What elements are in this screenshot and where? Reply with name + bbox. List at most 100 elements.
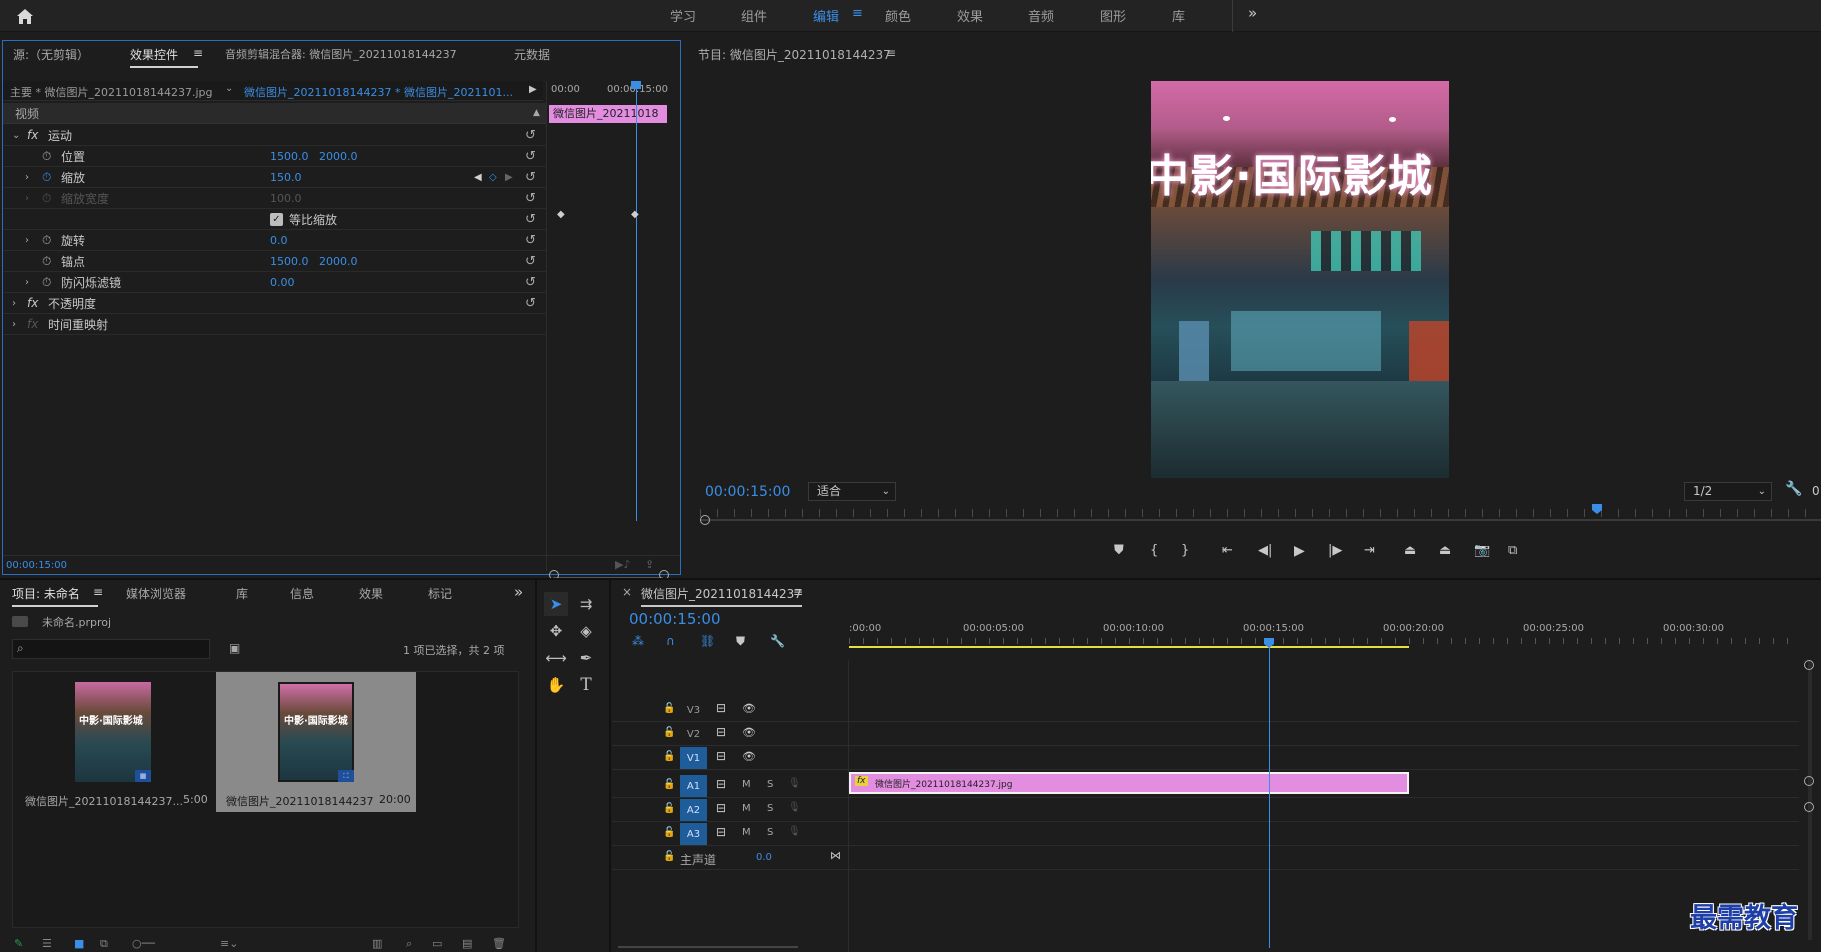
tab-metadata[interactable]: 元数据 [514,46,550,63]
project-search-input[interactable] [33,641,205,657]
sequence-title[interactable]: 微信图片_20211018144237 [641,585,802,607]
scroll-handle-low-icon[interactable] [1804,802,1814,812]
zoom-slider-icon[interactable]: ○── [132,937,155,950]
mute-button[interactable]: M [742,803,751,814]
slip-tool-icon[interactable]: ⟷ [544,646,568,670]
step-back-icon[interactable]: ◀| [1258,543,1272,558]
find-icon[interactable]: ⌕ [406,937,412,951]
eye-icon[interactable]: 👁 [742,726,756,739]
play-icon[interactable]: ▶ [1294,543,1305,559]
flicker-value[interactable]: 0.00 [270,276,295,289]
collapse-chevron-icon[interactable]: ⌄ [12,130,20,141]
compare-view-icon[interactable]: ⧉ [1508,543,1517,558]
selection-tool-icon[interactable]: ➤ [544,592,568,616]
add-keyframe-icon[interactable]: ◇ [489,172,497,183]
workspace-edit[interactable]: 编辑 [813,6,839,25]
lock-icon[interactable]: 🔓 [663,851,675,862]
workspace-overflow-icon[interactable]: » [1248,4,1257,22]
sync-lock-icon[interactable]: ⊟ [716,777,726,791]
fx-badge-icon[interactable]: fx [27,296,38,310]
workspace-assembly[interactable]: 组件 [741,6,767,25]
mute-button[interactable]: M [742,779,751,790]
automate-icon[interactable]: ▥ [372,937,382,950]
workspace-edit-menu-icon[interactable]: ≡ [852,6,863,21]
reset-opacity-icon[interactable]: ↺ [525,296,536,311]
timeline-ruler[interactable]: :00:00 00:00:05:00 00:00:10:00 00:00:15:… [849,620,1799,648]
expand-chevron-icon[interactable]: › [12,298,16,309]
timeline-vertical-scrollbar[interactable] [1808,660,1812,940]
lock-icon[interactable]: 🔓 [663,779,675,790]
export-frame-icon[interactable]: ⇪ [645,558,654,571]
tab-effect-controls-menu-icon[interactable]: ≡ [193,46,203,60]
project-item-thumbnail[interactable]: 中影·国际影城 [75,682,151,782]
scroll-handle-mid-icon[interactable] [1804,776,1814,786]
expand-chevron-icon[interactable]: › [25,277,29,288]
new-bin-icon[interactable]: ▭ [432,937,442,950]
reset-uniform-icon[interactable]: ↺ [525,212,536,227]
tab-audio-clip-mixer[interactable]: 音频剪辑混合器: 微信图片_20211018144237 [225,46,457,62]
program-monitor-title[interactable]: 节目: 微信图片_20211018144237 [698,46,891,63]
program-video-frame[interactable]: 中影·国际影城 [1151,81,1449,478]
workspace-learn[interactable]: 学习 [670,6,696,25]
microphone-icon[interactable]: 🎙 [788,778,801,789]
next-keyframe-icon[interactable]: ▶ [505,172,513,183]
motion-row[interactable]: ⌄ fx 运动 ↺ [3,125,546,146]
write-protect-icon[interactable]: ✎ [14,937,23,950]
type-tool-icon[interactable]: T [574,673,598,697]
lock-icon[interactable]: 🔓 [663,803,675,814]
fx-badge-icon[interactable]: fx [27,128,38,142]
play-effect-audio-icon[interactable]: ▶ [529,84,537,95]
expand-chevron-icon[interactable]: › [12,319,16,330]
reset-flicker-icon[interactable]: ↺ [525,275,536,290]
go-to-out-icon[interactable]: ⇥ [1364,543,1375,558]
step-forward-icon[interactable]: |▶ [1328,543,1342,558]
track-select-tool-icon[interactable]: ⇉ [574,592,598,616]
reset-position-icon[interactable]: ↺ [525,149,536,164]
track-target-v2[interactable]: V2 [680,723,707,745]
reset-scale-width-icon[interactable]: ↺ [525,191,536,206]
project-item[interactable]: 中影·国际影城 ▦ 微信图片_20211018144237... 5:00 [13,672,213,812]
stopwatch-icon[interactable]: ⏱ [42,254,51,269]
sort-icon[interactable]: ≡⌄ [220,937,238,950]
stopwatch-active-icon[interactable]: ⏱ [42,170,51,185]
microphone-icon[interactable]: 🎙 [788,826,801,837]
tab-libraries[interactable]: 库 [236,585,248,602]
workspace-effects[interactable]: 效果 [957,6,983,25]
keyframe-start-icon[interactable]: ◆ [557,209,565,220]
sequence-clip-label[interactable]: 微信图片_20211018144237 * 微信图片_2021101... [244,84,516,100]
eye-icon[interactable]: 👁 [742,750,756,763]
sync-lock-icon[interactable]: ⊟ [716,701,726,715]
project-item-thumbnail[interactable]: 中影·国际影城 [278,682,354,782]
project-search[interactable]: ⌕ [12,639,210,659]
hand-tool-icon[interactable]: ✋ [544,673,568,697]
tab-effects[interactable]: 效果 [359,585,383,602]
tab-effect-controls[interactable]: 效果控件 [130,46,199,68]
lift-icon[interactable]: ⏏ [1404,543,1416,558]
uniform-scale-checkbox[interactable]: ✓ [270,212,283,226]
icon-view-icon[interactable]: ■ [74,937,84,950]
scrubber-start-handle[interactable] [700,515,710,525]
track-target-a3[interactable]: A3 [680,823,707,845]
workspace-libraries[interactable]: 库 [1172,6,1185,25]
microphone-icon[interactable]: 🎙 [788,802,801,813]
pen-tool-icon[interactable]: ✒ [574,646,598,670]
opacity-row[interactable]: › fx 不透明度 ↺ [3,293,546,314]
add-marker-icon[interactable]: ⛊ [736,634,745,649]
effect-current-time[interactable]: 00:00:15:00 [6,560,67,571]
sync-lock-icon[interactable]: ⊟ [716,801,726,815]
close-sequence-icon[interactable]: × [622,585,632,599]
program-timecode[interactable]: 00:00:15:00 [705,484,790,500]
freeform-view-icon[interactable]: ⧉ [100,937,108,951]
expand-chevron-icon[interactable]: › [25,235,29,246]
sync-lock-icon[interactable]: ⊟ [716,749,726,763]
workspace-graphics[interactable]: 图形 [1100,6,1126,25]
anchor-x-value[interactable]: 1500.0 [270,255,309,268]
project-item-selected[interactable]: 中影·国际影城 ⛶ 微信图片_20211018144237 20:00 [216,672,416,812]
prev-keyframe-icon[interactable]: ◀ [474,172,482,183]
tab-markers[interactable]: 标记 [428,585,452,602]
clear-icon[interactable]: 🗑 [492,937,506,950]
add-marker-icon[interactable]: ⛊ [1114,543,1124,558]
sequence-menu-icon[interactable]: ≡ [793,585,803,599]
mark-in-icon[interactable]: { [1150,543,1158,558]
tab-source[interactable]: 源:（无剪辑） [13,46,89,63]
